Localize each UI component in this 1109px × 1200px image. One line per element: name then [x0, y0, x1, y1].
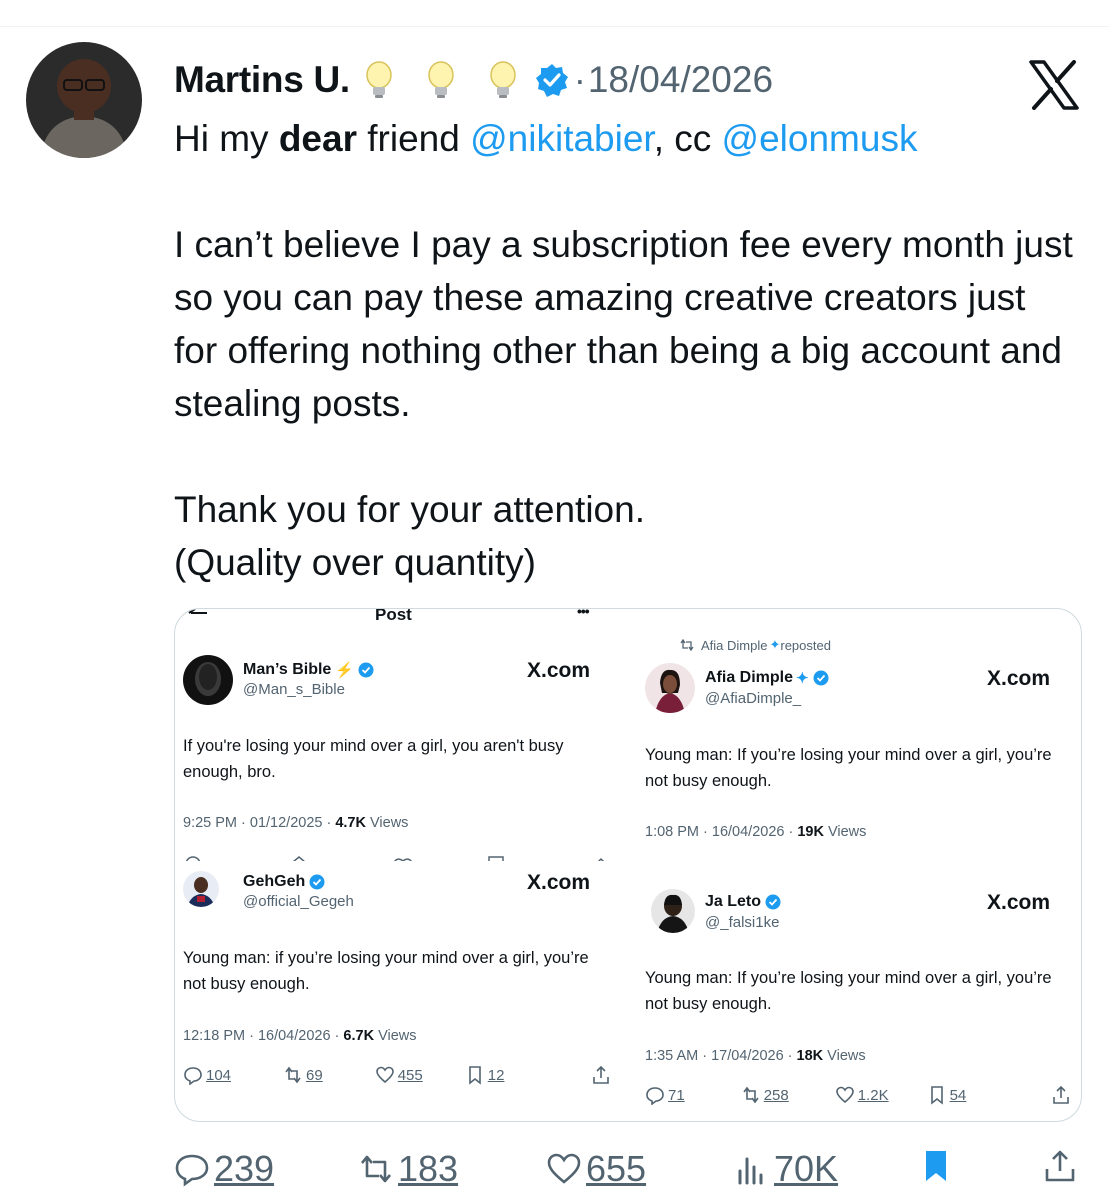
- share-button[interactable]: [1042, 1148, 1078, 1184]
- reply-count: 239: [214, 1148, 275, 1189]
- panel-post-text: Young man: If you’re losing your mind ov…: [645, 969, 1052, 1013]
- bookmark-button[interactable]: [918, 1148, 954, 1184]
- reply-button[interactable]: 239: [174, 1148, 274, 1190]
- panel-author-name: GehGeh: [243, 873, 325, 891]
- tweet-header: Martins U. · 18/04/2026: [174, 56, 773, 104]
- panel-author-handle: @Man_s_Bible: [243, 681, 345, 698]
- reply-stat: 71: [645, 1085, 685, 1105]
- panel-post-text: Young man: if you’re losing your mind ov…: [183, 949, 589, 993]
- verified-badge-icon: [358, 662, 374, 678]
- post-top-title: Post: [375, 608, 412, 624]
- like-stat: 455: [375, 1065, 423, 1085]
- more-icon: •••: [577, 608, 590, 619]
- tweet-body: Hi my dear friend @nikitabier, cc @elonm…: [174, 112, 1074, 589]
- lightbulb-icon: [366, 61, 392, 98]
- repost-stat: 69: [283, 1065, 323, 1085]
- reply-icon: [175, 1154, 209, 1187]
- avatar: [183, 655, 233, 705]
- tweet-line-greeting: Hi my dear friend @nikitabier, cc @elonm…: [174, 118, 918, 159]
- panel-post-meta: 12:18 PM · 16/04/2026 · 6.7K Views: [183, 1028, 417, 1044]
- bookmark-stat: 12: [465, 1065, 504, 1085]
- attached-image[interactable]: Post ••• Man’s Bible ⚡ @Man_s_Bible X.co…: [174, 608, 1082, 1122]
- cropped-footer-text: [183, 1115, 613, 1121]
- views-count: 70K: [774, 1148, 839, 1189]
- reply-icon: [184, 1067, 202, 1085]
- panel-author-name: Afia Dimple ✦: [705, 669, 829, 687]
- views-chart-icon: [738, 1157, 763, 1185]
- author-name[interactable]: Martins U.: [174, 59, 350, 101]
- tweet-action-bar: 239 183 655 70K: [174, 1148, 1080, 1194]
- avatar: [645, 663, 695, 713]
- bookmark-icon: [468, 1066, 481, 1085]
- butterfly-icon: ✦: [769, 637, 781, 652]
- panel-author-handle: @official_Gegeh: [243, 893, 354, 910]
- xcom-label: X.com: [987, 891, 1051, 914]
- panel-post-text: If you're losing your mind over a girl, …: [183, 737, 564, 781]
- repost-stat: 258: [741, 1085, 789, 1105]
- tweet-paragraph: (Quality over quantity): [174, 542, 536, 583]
- like-count: 655: [586, 1148, 647, 1189]
- panel-author-handle: @AfiaDimple_: [705, 690, 802, 707]
- panel-post-meta: 9:25 PM · 01/12/2025 · 4.7K Views: [183, 815, 409, 831]
- back-arrow-icon: [188, 609, 207, 614]
- views-button[interactable]: 70K: [734, 1148, 838, 1190]
- panel-author-name: Ja Leto: [705, 893, 781, 911]
- bookmark-filled-icon: [926, 1151, 946, 1181]
- panel-post-text: Young man: If you’re losing your mind ov…: [645, 746, 1052, 790]
- repost-icon: [361, 1155, 391, 1183]
- tweet-paragraph: I can’t believe I pay a subscription fee…: [174, 224, 1073, 424]
- xcom-label: X.com: [527, 659, 591, 682]
- bookmark-icon: [930, 1086, 943, 1105]
- reply-icon: [646, 1087, 664, 1105]
- mention-link[interactable]: @nikitabier: [470, 118, 654, 159]
- like-button[interactable]: 655: [546, 1148, 646, 1190]
- lightning-icon: ⚡: [335, 662, 354, 679]
- share-icon: [593, 1065, 609, 1084]
- x-logo-icon[interactable]: [1028, 60, 1080, 110]
- repost-button[interactable]: 183: [358, 1148, 458, 1190]
- date-separator: ·: [573, 59, 586, 100]
- tweet-paragraph: Thank you for your attention.: [174, 489, 645, 530]
- xcom-label: X.com: [527, 871, 591, 894]
- heart-icon: [375, 1066, 394, 1084]
- mention-link[interactable]: @elonmusk: [722, 118, 918, 159]
- panel-action-bar: 104 69 455 12: [183, 1065, 611, 1085]
- heart-icon: [835, 1086, 854, 1104]
- repost-count: 183: [398, 1148, 459, 1189]
- repost-note: Afia Dimple ✦ reposted: [679, 637, 831, 653]
- panel-post-meta: 1:35 AM · 17/04/2026 · 18K Views: [645, 1048, 866, 1064]
- share-icon: [1053, 1085, 1069, 1104]
- share-icon: [1045, 1150, 1075, 1182]
- avatar: [651, 889, 695, 933]
- butterfly-icon: ✦: [796, 670, 809, 687]
- xcom-label: X.com: [987, 667, 1051, 690]
- top-divider: [0, 26, 1109, 27]
- post-date[interactable]: 18/04/2026: [588, 59, 773, 101]
- panel-post-meta: 1:08 PM · 16/04/2026 · 19K Views: [645, 824, 867, 840]
- panel-author-name: Man’s Bible ⚡: [243, 661, 374, 679]
- avatar: [183, 871, 219, 907]
- panel-action-bar: 71 258 1.2K 54: [645, 1085, 1071, 1105]
- repost-icon: [285, 1066, 301, 1084]
- repost-icon: [743, 1086, 759, 1104]
- lightbulb-icon: [428, 61, 454, 98]
- verified-badge-icon[interactable]: [534, 62, 570, 98]
- reply-stat: 104: [183, 1065, 231, 1085]
- verified-badge-icon: [813, 670, 829, 686]
- repost-icon: [680, 639, 694, 651]
- lightbulb-icon: [490, 61, 516, 98]
- author-avatar[interactable]: [26, 42, 142, 158]
- verified-badge-icon: [309, 874, 325, 890]
- like-stat: 1.2K: [835, 1085, 889, 1105]
- panel-author-handle: @_falsi1ke: [705, 914, 780, 931]
- verified-badge-icon: [765, 894, 781, 910]
- bookmark-stat: 54: [927, 1085, 966, 1105]
- cropped-action-bar: [183, 851, 607, 861]
- heart-icon: [547, 1153, 581, 1184]
